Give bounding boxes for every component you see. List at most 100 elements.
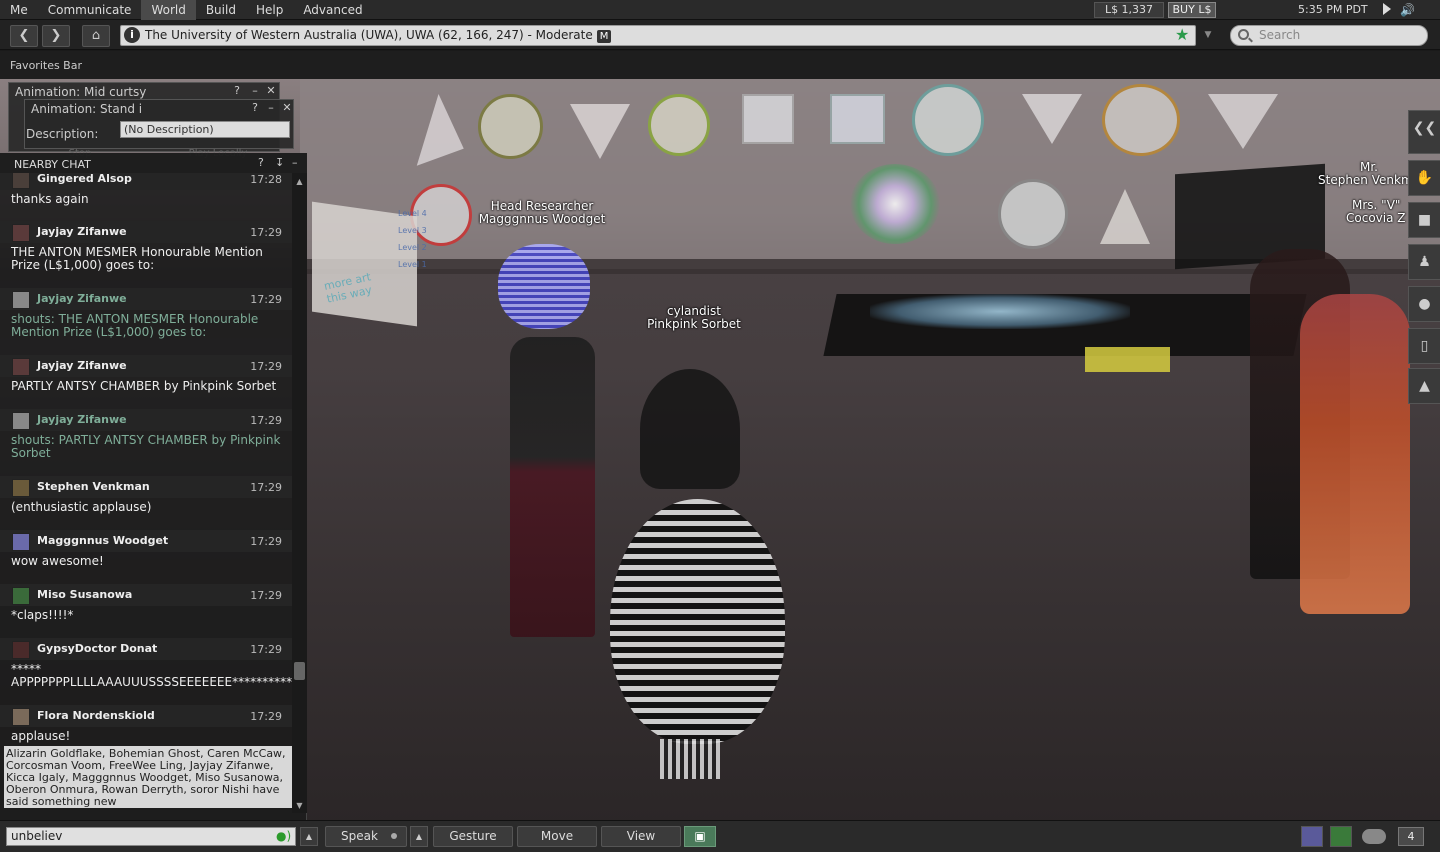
sender-name[interactable]: Jayjay Zifanwe — [37, 292, 127, 305]
forward-button[interactable]: ❯ — [42, 25, 70, 47]
nametag-name: Magggnnus Woodget — [478, 212, 606, 226]
sender-name[interactable]: Jayjay Zifanwe — [37, 359, 127, 372]
sender-name[interactable]: Gingered Alsop — [37, 173, 132, 185]
message-text: shouts: THE ANTON MESMER Honourable Ment… — [11, 312, 259, 339]
avatar[interactable] — [12, 708, 30, 726]
appearance-icon[interactable]: ▲ — [1408, 368, 1440, 404]
minimize-icon[interactable]: – — [249, 85, 261, 97]
favorite-star-icon[interactable]: ★ — [1175, 26, 1189, 44]
avatar[interactable] — [12, 358, 30, 376]
circle-artwork — [478, 94, 543, 159]
sender-name[interactable]: GypsyDoctor Donat — [37, 642, 157, 655]
chat-message: Jayjay Zifanwe 17:29 shouts: PARTLY ANTS… — [0, 409, 292, 460]
avatar-body[interactable] — [510, 337, 595, 637]
chat-history[interactable]: Gingered Alsop 17:28 thanks again Jayjay… — [0, 173, 292, 746]
chat-input[interactable]: unbeliev — [6, 827, 296, 846]
notifications-badge[interactable]: 4 — [1398, 827, 1424, 846]
help-icon[interactable]: ? — [249, 102, 261, 114]
sender-name[interactable]: Miso Susanowa — [37, 588, 132, 601]
chat-message-header: Jayjay Zifanwe 17:29 — [0, 221, 292, 243]
avatar[interactable] — [12, 173, 30, 189]
speak-options-button[interactable]: ▲ — [410, 826, 428, 847]
minimize-icon[interactable]: – — [265, 102, 277, 114]
sender-name[interactable]: Flora Nordenskiold — [37, 709, 155, 722]
location-input[interactable]: The University of Western Australia (UWA… — [120, 25, 1196, 46]
buy-currency-button[interactable]: BUY L$ — [1168, 2, 1216, 18]
level-marker: Level 3 — [398, 226, 427, 235]
minimize-icon[interactable]: – — [292, 157, 298, 169]
avatar-dress[interactable] — [610, 499, 785, 744]
chat-message-header: Flora Nordenskiold 17:29 — [0, 705, 292, 727]
scrollbar-thumb[interactable] — [294, 662, 305, 680]
sender-name[interactable]: Magggnnus Woodget — [37, 534, 168, 547]
avatar-nametag: cylandist Pinkpink Sorbet — [630, 305, 758, 331]
close-icon[interactable]: ✕ — [265, 85, 277, 97]
sender-name[interactable]: Stephen Venkman — [37, 480, 150, 493]
message-text: shouts: PARTLY ANTSY CHAMBER by Pinkpink… — [11, 433, 281, 460]
favorites-bar-label: Favorites Bar — [10, 59, 82, 72]
move-button[interactable]: Move — [517, 826, 597, 847]
new-messages-notice[interactable]: Alizarin Goldflake, Bohemian Ghost, Care… — [4, 746, 292, 808]
view-button[interactable]: View — [601, 826, 681, 847]
chat-history-toggle[interactable]: ▲ — [300, 827, 318, 846]
message-text: THE ANTON MESMER Honourable Mention Priz… — [11, 245, 263, 272]
chat-message-header: Jayjay Zifanwe 17:29 — [0, 409, 292, 431]
menu-build[interactable]: Build — [196, 0, 246, 20]
undock-icon[interactable]: ↧ — [275, 157, 284, 169]
search-icon — [1238, 29, 1249, 40]
play-media-icon[interactable] — [1383, 3, 1391, 15]
timestamp: 17:29 — [250, 414, 282, 427]
sender-name[interactable]: Jayjay Zifanwe — [37, 413, 127, 426]
menu-communicate[interactable]: Communicate — [38, 0, 142, 20]
timestamp: 17:29 — [250, 481, 282, 494]
menu-help[interactable]: Help — [246, 0, 293, 20]
collapse-sidebar-icon[interactable]: ❮❮ — [1408, 110, 1440, 154]
volume-icon[interactable]: 🔊 — [1400, 3, 1415, 17]
places-icon[interactable]: ● — [1408, 286, 1440, 322]
help-icon[interactable]: ? — [258, 157, 264, 169]
description-field[interactable]: (No Description) — [120, 121, 290, 138]
avatar[interactable] — [12, 587, 30, 605]
info-icon[interactable]: i — [124, 27, 140, 43]
chat-message-header: GypsyDoctor Donat 17:29 — [0, 638, 292, 660]
sender-name[interactable]: Jayjay Zifanwe — [37, 225, 127, 238]
description-label: Description: — [26, 127, 99, 141]
chevron-down-icon[interactable]: ▼ — [1200, 25, 1216, 46]
menu-world[interactable]: World — [141, 0, 196, 20]
avatar[interactable] — [12, 224, 30, 242]
avatar-head — [640, 369, 740, 489]
search-input[interactable]: Search — [1230, 25, 1428, 46]
avatar[interactable] — [12, 641, 30, 659]
chat-header: NEARBY CHAT ? ↧ – — [0, 153, 307, 173]
close-icon[interactable]: ✕ — [281, 102, 293, 114]
location-text: The University of Western Australia (UWA… — [145, 28, 593, 42]
help-icon[interactable]: ? — [231, 85, 243, 97]
profile-icon[interactable]: ■ — [1408, 202, 1440, 238]
gesture-button[interactable]: Gesture — [433, 826, 513, 847]
scroll-up-icon[interactable]: ▲ — [292, 177, 307, 187]
avatar[interactable] — [12, 533, 30, 551]
avatar[interactable] — [12, 479, 30, 497]
camera-icon[interactable]: ▣ — [684, 826, 716, 847]
avatar-icon[interactable] — [1301, 826, 1323, 847]
level-marker: Level 1 — [398, 260, 427, 269]
inventory-icon[interactable]: ▯ — [1408, 328, 1440, 364]
timestamp: 17:29 — [250, 535, 282, 548]
menu-me[interactable]: Me — [0, 0, 38, 20]
timestamp: 17:29 — [250, 710, 282, 723]
avatar-icon[interactable] — [1330, 826, 1352, 847]
people-icon[interactable]: ♟ — [1408, 244, 1440, 280]
timestamp: 17:29 — [250, 293, 282, 306]
circle-artwork — [648, 94, 710, 156]
linden-balance[interactable]: L$ 1,337 — [1094, 2, 1164, 18]
back-button[interactable]: ❮ — [10, 25, 38, 47]
menu-advanced[interactable]: Advanced — [293, 0, 372, 20]
avatar-body[interactable] — [1300, 294, 1410, 614]
scroll-down-icon[interactable]: ▼ — [292, 801, 307, 811]
speech-bubble-icon[interactable] — [1362, 829, 1386, 844]
triangle-artwork — [1208, 94, 1278, 149]
chat-scrollbar[interactable] — [292, 173, 307, 813]
hand-icon[interactable]: ✋ — [1408, 160, 1440, 196]
triangle-artwork — [1022, 94, 1082, 144]
home-button[interactable]: ⌂ — [82, 25, 110, 47]
